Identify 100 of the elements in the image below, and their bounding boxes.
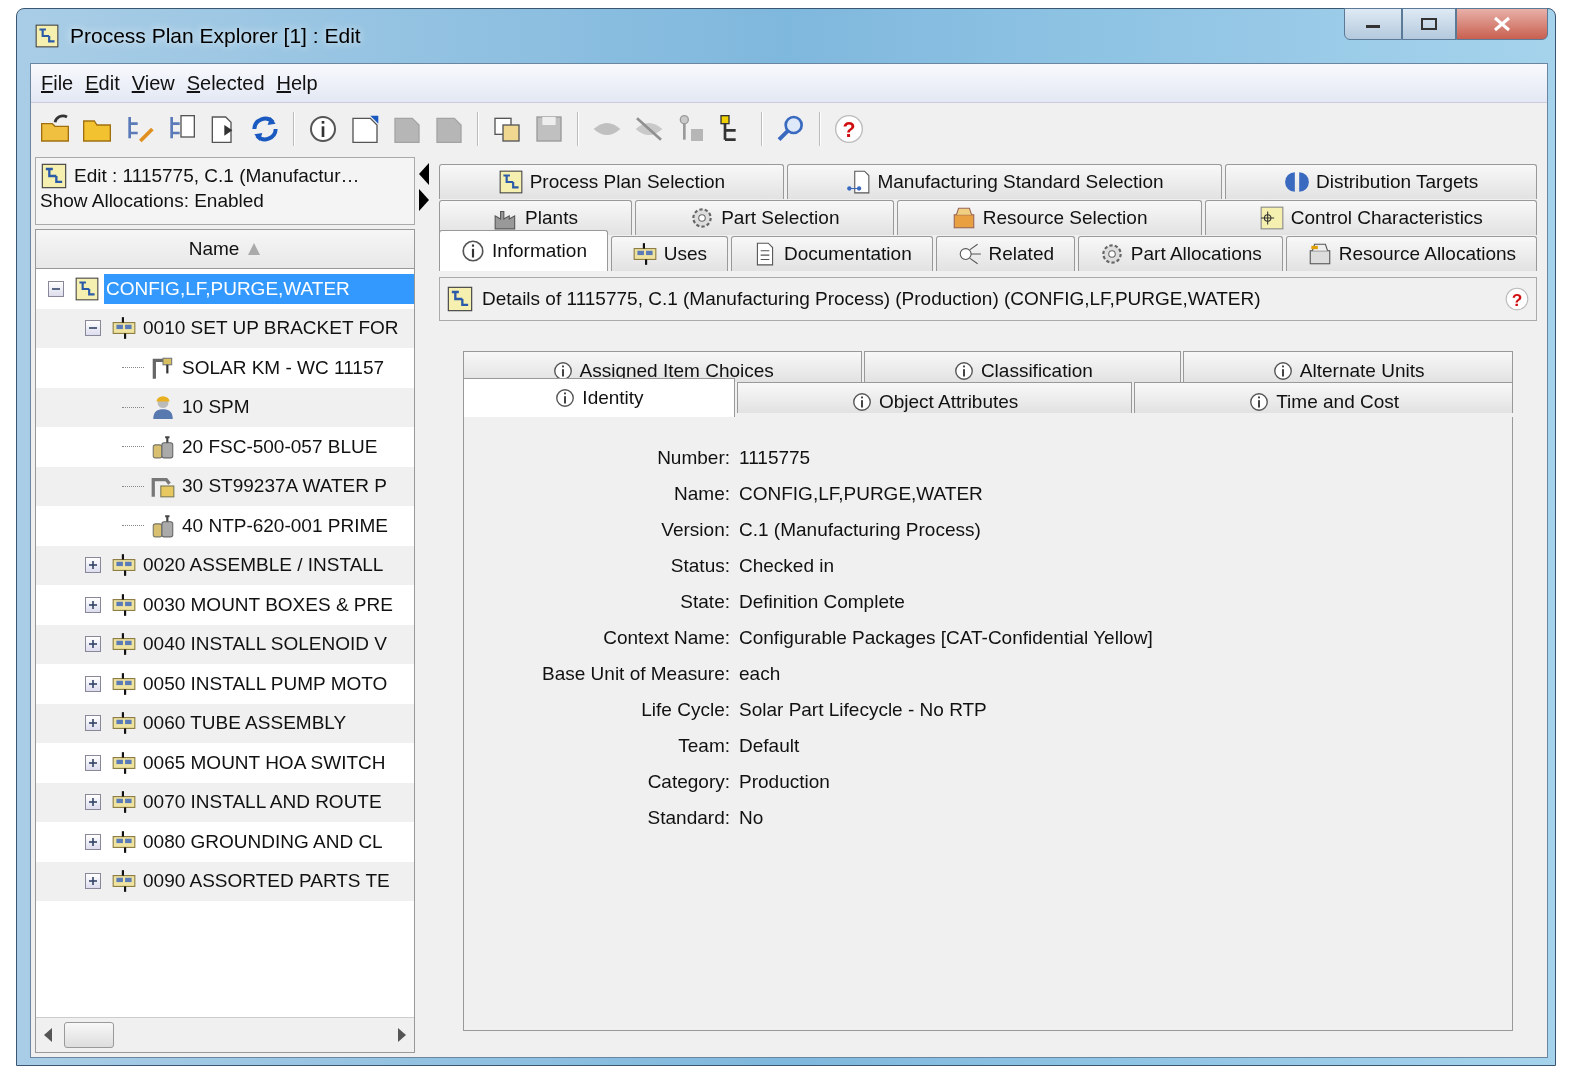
tab[interactable]: Identity <box>463 378 735 417</box>
tree-item[interactable]: 0080 GROUNDING AND CL <box>141 826 385 857</box>
tab[interactable]: Part Selection <box>635 200 894 235</box>
expand-right-icon[interactable] <box>419 189 429 211</box>
tree-item[interactable]: SOLAR KM - WC 11157 <box>180 352 387 383</box>
split-circle-icon <box>1284 169 1310 195</box>
scroll-left-icon[interactable] <box>44 1028 52 1042</box>
allocations-status: Show Allocations: Enabled <box>40 190 264 211</box>
close-button[interactable] <box>1456 8 1548 40</box>
tab[interactable]: Resource Allocations <box>1285 236 1537 271</box>
page-corner-icon[interactable] <box>349 113 381 145</box>
machine-icon <box>111 828 137 855</box>
info-icon[interactable] <box>307 113 339 145</box>
tree-item[interactable]: 40 NTP-620-001 PRIME <box>180 510 390 541</box>
info-icon <box>850 391 873 413</box>
tab[interactable]: Process Plan Selection <box>439 164 784 199</box>
machine-icon <box>111 710 137 737</box>
field-label: Name: <box>673 483 730 505</box>
expand-toggle[interactable] <box>85 794 101 811</box>
expand-toggle[interactable] <box>85 596 101 613</box>
tab[interactable]: Distribution Targets <box>1225 164 1537 199</box>
bottles-icon <box>150 512 176 539</box>
field-label: Version: <box>660 519 730 541</box>
tab[interactable]: Assigned Item Choices <box>463 351 863 382</box>
tree-item[interactable]: 20 FSC-500-057 BLUE <box>180 431 380 462</box>
tab[interactable]: Alternate Units <box>1183 351 1513 382</box>
scroll-right-icon[interactable] <box>398 1028 406 1042</box>
field-label: Team: <box>677 735 730 757</box>
field-value: 1115775 <box>739 447 812 469</box>
info-icon <box>952 360 975 382</box>
tree-item[interactable]: 0030 MOUNT BOXES & PRE <box>141 589 395 620</box>
field-label: Number: <box>656 447 730 469</box>
collapse-toggle[interactable] <box>85 320 101 337</box>
diagram-icon <box>446 285 474 313</box>
column-header[interactable]: Name <box>36 230 414 269</box>
expand-toggle[interactable] <box>85 873 101 890</box>
help-icon[interactable]: ? <box>833 113 865 145</box>
tab[interactable]: Uses <box>610 236 728 271</box>
expand-toggle[interactable] <box>85 675 101 692</box>
plus-icon <box>88 560 98 571</box>
field-label: Base Unit of Measure: <box>541 663 730 685</box>
tab[interactable]: Manufacturing Standard Selection <box>786 164 1223 199</box>
minimize-button[interactable] <box>1344 8 1402 40</box>
expand-toggle[interactable] <box>85 754 101 771</box>
menu-item[interactable]: View <box>127 67 179 99</box>
horizontal-scrollbar[interactable] <box>36 1017 414 1052</box>
collapse-left-icon[interactable] <box>419 163 429 185</box>
tab[interactable]: Information <box>439 230 608 271</box>
machine-icon <box>111 868 137 895</box>
tree-item[interactable]: 0050 INSTALL PUMP MOTO <box>141 668 390 699</box>
maximize-icon <box>1420 17 1438 31</box>
maximize-button[interactable] <box>1402 8 1456 40</box>
field-value: Default <box>739 735 801 757</box>
tab[interactable]: Part Allocations <box>1077 236 1283 271</box>
menu-item[interactable]: File <box>37 67 78 99</box>
menu-item[interactable]: Edit <box>81 67 124 99</box>
collapse-toggle[interactable] <box>48 280 64 297</box>
plus-icon <box>88 678 98 689</box>
machine-icon <box>111 789 137 816</box>
help-icon: ? <box>1504 286 1530 312</box>
field-label: Standard: <box>646 807 730 829</box>
worker-icon <box>150 394 176 421</box>
plus-icon <box>88 599 98 610</box>
folder-arrow-icon[interactable] <box>39 113 71 145</box>
expand-toggle[interactable] <box>85 833 101 850</box>
tab[interactable]: Control Characteristics <box>1204 200 1537 235</box>
field-label: Category: <box>646 771 730 793</box>
info-icon <box>1271 360 1294 382</box>
diagram-icon <box>497 169 524 195</box>
field-label: State: <box>679 591 730 613</box>
machine-icon <box>111 591 137 618</box>
menu-item[interactable]: Help <box>272 67 322 99</box>
tree-item[interactable]: 10 SPM <box>180 392 252 423</box>
tab[interactable]: Time and Cost <box>1134 382 1513 413</box>
expand-toggle[interactable] <box>85 715 101 732</box>
tab[interactable]: Resource Selection <box>896 200 1202 235</box>
plus-icon <box>88 797 98 808</box>
machine-icon <box>111 631 137 658</box>
close-icon <box>1492 16 1512 32</box>
plus-icon <box>88 876 98 887</box>
plus-icon <box>88 757 98 768</box>
tab[interactable]: Classification <box>864 351 1182 382</box>
scroll-thumb[interactable] <box>64 1022 114 1048</box>
field-value: Definition Complete <box>739 591 906 613</box>
diagram-icon <box>40 162 68 190</box>
expand-toggle[interactable] <box>85 636 101 653</box>
tab[interactable]: Documentation <box>731 236 933 271</box>
machine-icon <box>111 552 137 579</box>
field-value: Configurable Packages [CAT-Confidential Yellow] <box>739 627 1154 649</box>
machine-icon <box>631 241 658 267</box>
bottles-icon <box>150 433 176 460</box>
tree-item[interactable]: 0065 MOUNT HOA SWITCH <box>141 747 388 778</box>
field-value: Solar Part Lifecycle - No RTP <box>739 699 988 721</box>
tab[interactable]: Related <box>935 236 1075 271</box>
menu-item[interactable]: Selected <box>182 67 269 99</box>
context-label: Edit : 1115775, C.1 (Manufactur… <box>74 165 360 187</box>
info-icon <box>1248 391 1271 413</box>
expand-toggle[interactable] <box>85 557 101 574</box>
machine-icon <box>111 749 137 776</box>
tab[interactable]: Object Attributes <box>737 382 1133 413</box>
